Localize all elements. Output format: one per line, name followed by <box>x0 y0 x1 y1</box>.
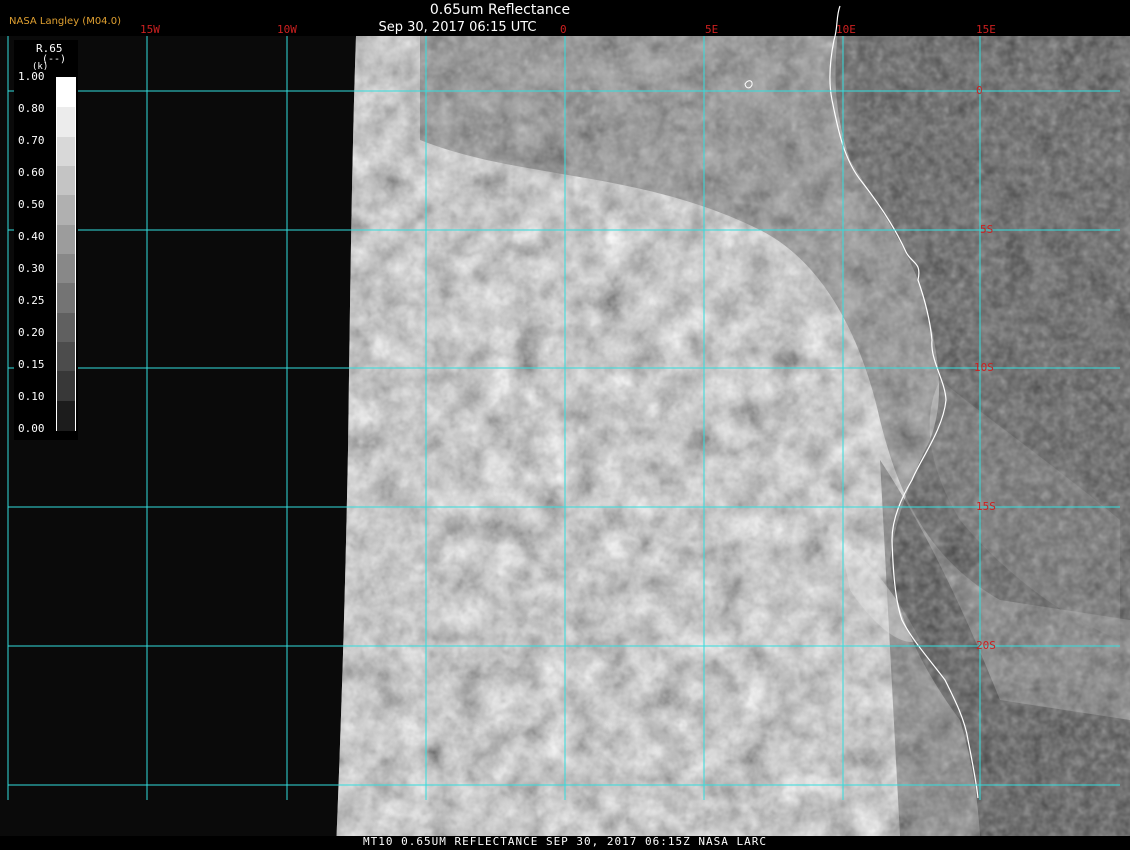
legend-tick-label: 1.00 <box>18 70 45 83</box>
lon-label-15e: 15E <box>976 23 996 36</box>
colorbar-swatch <box>57 78 75 108</box>
legend-tick-label: 0.10 <box>18 390 45 403</box>
lon-label-10e: 10E <box>836 23 856 36</box>
legend-tick-label: 0.25 <box>18 294 45 307</box>
legend-tick-label: 0.70 <box>18 134 45 147</box>
colorbar-swatch <box>57 400 75 431</box>
legend-tick-label: 0.20 <box>18 326 45 339</box>
satellite-image-viewer: 0.65um Reflectance Sep 30, 2017 06:15 UT… <box>0 0 1130 850</box>
lon-label-10w: 10W <box>277 23 297 36</box>
colorbar-swatch <box>57 342 75 372</box>
legend-tick-label: 0.80 <box>18 102 45 115</box>
image-title: 0.65um Reflectance <box>429 2 571 18</box>
colorbar-swatch <box>57 166 75 196</box>
legend-tick-label: 0.40 <box>18 230 45 243</box>
satellite-map <box>0 5 1130 836</box>
lat-label-20s: 20S <box>976 639 996 652</box>
colorbar-swatch <box>57 254 75 284</box>
colorbar-swatch <box>57 283 75 314</box>
colorbar-swatch <box>57 371 75 402</box>
colorbar-swatch <box>57 312 75 343</box>
legend-tick-label: 0.60 <box>18 166 45 179</box>
image-datetime: Sep 30, 2017 06:15 UTC <box>378 20 537 35</box>
lat-label-15s: 15S <box>976 500 996 513</box>
lat-label-5s: 5S <box>980 223 994 236</box>
colorbar-swatch <box>57 224 75 255</box>
colorbar <box>56 77 76 431</box>
lon-label-0: 0 <box>560 23 567 36</box>
legend-tick-label: 0.00 <box>18 422 45 435</box>
lon-label-5e: 5E <box>705 23 719 36</box>
colorbar-swatch <box>57 107 75 138</box>
earth-imagery <box>336 36 1130 836</box>
colorbar-swatch <box>57 136 75 167</box>
lat-label-10s: 10S <box>974 361 994 374</box>
colorbar-swatch <box>57 195 75 226</box>
footer-caption: MT10 0.65UM REFLECTANCE SEP 30, 2017 06:… <box>363 835 767 848</box>
legend-tick-label: 0.15 <box>18 358 45 371</box>
legend-tick-label: 0.30 <box>18 262 45 275</box>
legend-tick-label: 0.50 <box>18 198 45 211</box>
source-label: NASA Langley (M04.0) <box>9 16 121 27</box>
lon-label-15w: 15W <box>140 23 160 36</box>
color-scale-legend: R.65 (--) (k) 1.00 0.80 0.70 0.60 0.50 0.40 0.… <box>14 40 78 440</box>
lat-label-0: 0 <box>976 84 983 97</box>
